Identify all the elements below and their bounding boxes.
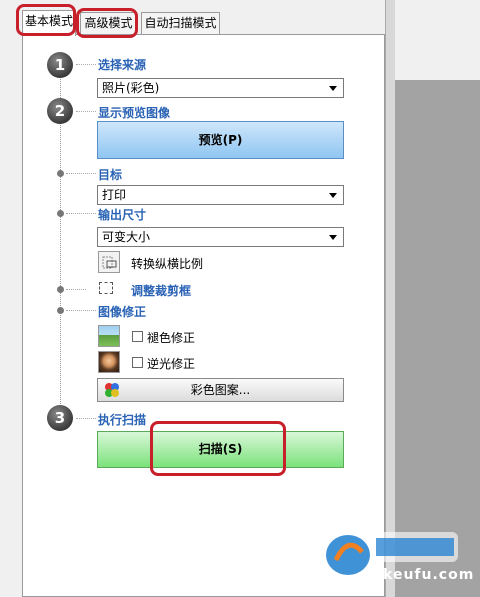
- rail-dot: [57, 170, 64, 177]
- connector: [76, 64, 96, 65]
- scan-label: 执行扫描: [98, 413, 147, 427]
- chevron-down-icon: [329, 86, 337, 91]
- output-size-value: 可变大小: [102, 230, 151, 244]
- color-pattern-button[interactable]: 彩色图案...: [97, 378, 344, 402]
- step-2-badge: 2: [47, 98, 73, 124]
- tab-highlight: [76, 8, 138, 38]
- preview-label: 显示预览图像: [98, 106, 171, 120]
- chevron-down-icon: [329, 193, 337, 198]
- swap-aspect-label[interactable]: 转换纵横比例: [131, 255, 203, 272]
- step-1-badge: 1: [47, 52, 73, 78]
- source-value: 照片(彩色): [102, 81, 160, 95]
- connector: [66, 310, 96, 311]
- tab-auto-scan-mode[interactable]: 自动扫描模式: [141, 12, 220, 35]
- swap-aspect-icon[interactable]: [98, 251, 120, 273]
- backlight-correction-label[interactable]: 逆光修正: [147, 355, 195, 372]
- connector: [66, 213, 96, 214]
- correction-label: 图像修正: [98, 305, 147, 319]
- fade-correction-checkbox[interactable]: [132, 331, 143, 342]
- target-value: 打印: [102, 188, 127, 202]
- source-dropdown[interactable]: 照片(彩色): [97, 78, 344, 98]
- scan-button-highlight: [150, 421, 286, 476]
- rail-dot: [57, 307, 64, 314]
- rail-dot: [57, 286, 64, 293]
- crop-label[interactable]: 调整裁剪框: [131, 282, 191, 299]
- connector: [76, 111, 96, 112]
- connector: [66, 289, 86, 290]
- basic-mode-panel: [22, 34, 385, 597]
- rail-dot: [57, 210, 64, 217]
- watermark-text: qkeufu.com: [372, 567, 475, 583]
- preview-button[interactable]: 预览(P): [97, 121, 344, 159]
- portrait-photo-icon: [98, 351, 120, 373]
- rotate-frame-icon: [102, 256, 117, 269]
- connector: [66, 173, 96, 174]
- crop-frame-icon[interactable]: [99, 282, 113, 294]
- color-pattern-label: 彩色图案...: [190, 383, 251, 397]
- window-edge: [385, 0, 395, 597]
- palette-icon: [104, 382, 120, 398]
- backlight-correction-checkbox[interactable]: [132, 357, 143, 368]
- source-label: 选择来源: [98, 58, 147, 72]
- target-dropdown[interactable]: 打印: [97, 185, 344, 205]
- output-size-label: 输出尺寸: [98, 208, 147, 222]
- step-3-badge: 3: [47, 405, 73, 431]
- landscape-photo-icon: [98, 325, 120, 347]
- tab-highlight: [16, 4, 76, 36]
- fade-correction-label[interactable]: 褪色修正: [147, 329, 195, 346]
- output-size-dropdown[interactable]: 可变大小: [97, 227, 344, 247]
- target-label: 目标: [98, 168, 123, 182]
- chevron-down-icon: [329, 235, 337, 240]
- connector: [76, 418, 96, 419]
